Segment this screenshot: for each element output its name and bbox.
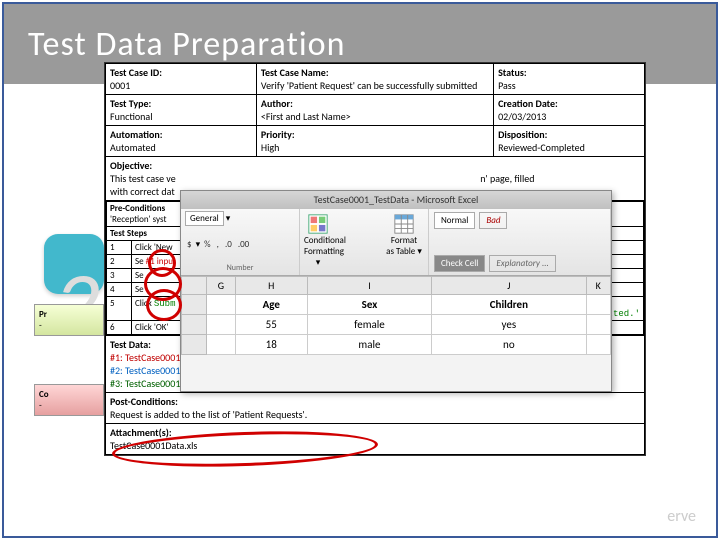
cdate-label: Creation Date: [498,97,558,110]
increase-decimal-button[interactable]: .0 [225,239,232,250]
header-sex[interactable]: Sex [307,295,431,315]
auto-value: Automated [110,141,156,154]
number-format-dropdown[interactable]: General [185,211,224,226]
cell-age-1[interactable]: 55 [235,315,307,335]
cell-style-explanatory[interactable]: Explanatory ... [489,255,555,272]
step-2: Se [135,256,144,267]
col-H[interactable]: H [235,277,307,295]
col-G[interactable]: G [207,277,236,295]
objective-text-c: with correct dat [110,185,175,198]
side-pr-box: Pr- [34,304,104,336]
col-J[interactable]: J [432,277,586,295]
attachments-label: Attachment(s): [110,426,172,439]
excel-titlebar: TestCase0001_TestData - Microsoft Excel [181,191,611,209]
postconditions-label: Post-Conditions: [110,395,178,408]
auto-label: Automation: [110,128,163,141]
status-label: Status: [498,66,527,79]
cell-age-2[interactable]: 18 [235,335,307,355]
cell-children-1[interactable]: yes [432,315,586,335]
comma-button[interactable]: , [217,239,219,250]
conditional-formatting-button[interactable]: ConditionalFormatting ▾ [304,213,332,268]
header-children[interactable]: Children [432,295,586,315]
red-annotation-scribble [144,249,184,319]
preconditions-text: 'Reception' syst [110,214,166,225]
excel-window: TestCase0001_TestData - Microsoft Excel … [180,190,612,392]
header-age[interactable]: Age [235,295,307,315]
prio-label: Priority: [261,128,295,141]
objective-text-a: This test case ve [110,172,176,185]
objective-label: Objective: [110,159,152,172]
excel-ribbon: General ▾ $ ▾ % , .0 .00 Number Conditio… [181,209,611,276]
testdata-label: Test Data: [110,338,151,351]
tcname-value: Verify 'Patient Request' can be successf… [261,79,477,92]
disp-value: Reviewed-Completed [498,141,585,154]
currency-button[interactable]: $ [187,239,192,250]
postconditions-text: Request is added to the list of 'Patient… [110,408,307,421]
cell-style-normal[interactable]: Normal [434,212,475,229]
cell-sex-1[interactable]: female [307,315,431,335]
status-value: Pass [498,79,516,92]
prio-value: High [261,141,280,154]
tcid-label: Test Case ID: [110,66,162,79]
brand-watermark: erve [667,507,696,526]
disp-label: Disposition: [498,128,547,141]
author-label: Author: [261,97,293,110]
cell-children-2[interactable]: no [432,335,586,355]
percent-button[interactable]: % [204,239,210,250]
cell-style-check[interactable]: Check Cell [434,255,485,272]
col-I[interactable]: I [307,277,431,295]
slide-title: Test Data Preparation [28,24,345,65]
tcid-value: 0001 [110,79,130,92]
number-group-label: Number [185,263,295,273]
spreadsheet-grid[interactable]: G H I J K Age Sex Children 55 female [181,276,611,355]
preconditions-label: Pre-Conditions [110,203,165,214]
type-value: Functional [110,110,153,123]
cdate-value: 02/03/2013 [498,110,546,123]
tcname-label: Test Case Name: [261,66,329,79]
decrease-decimal-button[interactable]: .00 [238,239,249,250]
attachment-file: TestCase0001Data.xls [110,439,197,452]
col-K[interactable]: K [586,277,610,295]
cell-style-bad[interactable]: Bad [479,212,507,229]
cell-sex-2[interactable]: male [307,335,431,355]
author-value: <First and Last Name> [261,110,351,123]
side-co-box: Co- [34,384,104,416]
type-label: Test Type: [110,97,151,110]
objective-text-b: n' page, filled [480,172,534,185]
format-as-table-button[interactable]: Formatas Table ▾ [384,213,424,257]
